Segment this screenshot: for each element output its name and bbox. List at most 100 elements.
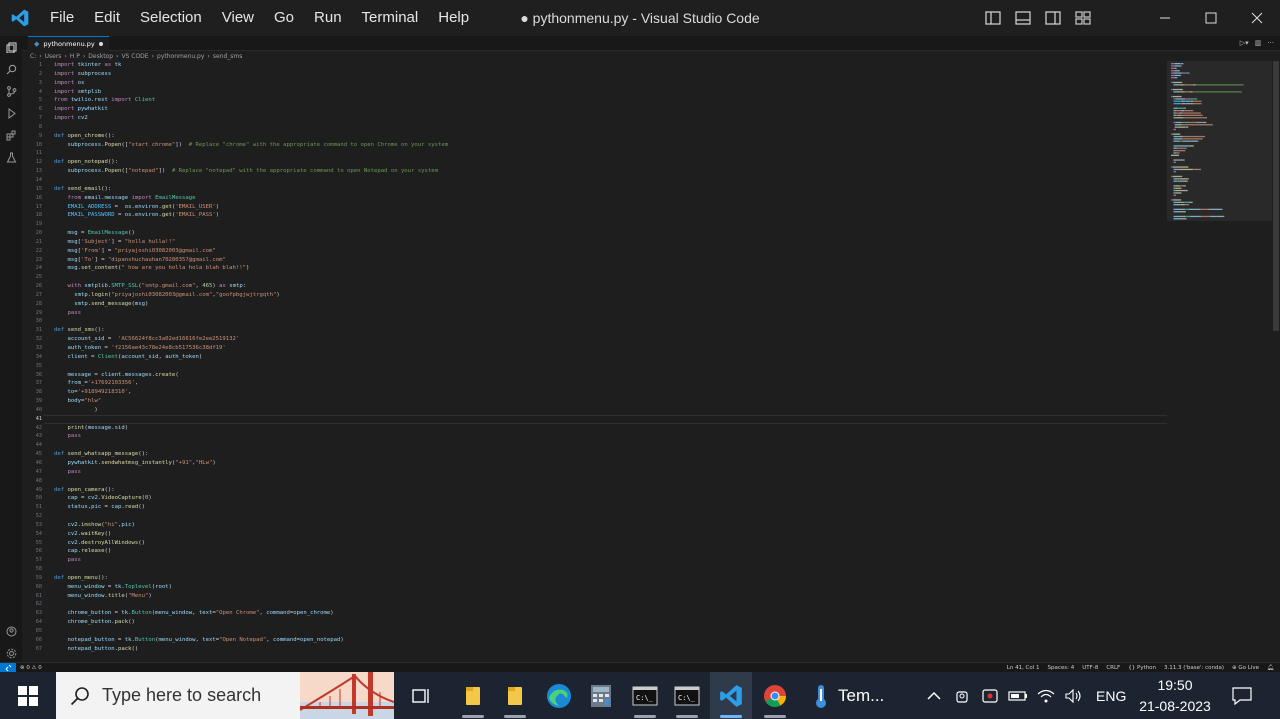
breadcrumb-item[interactable]: pythonmenu.py (157, 53, 204, 60)
toggle-primary-sidebar-icon[interactable] (978, 0, 1008, 36)
code-line[interactable]: def open_chrome(): (54, 132, 1164, 141)
status-item[interactable]: 3.11.3 ('base': conda) (1164, 665, 1224, 671)
code-line[interactable]: chrome_button = tk.Button(menu_window, t… (54, 609, 1164, 618)
toggle-secondary-sidebar-icon[interactable] (1038, 0, 1068, 36)
code-line[interactable] (54, 176, 1164, 185)
calculator-icon[interactable] (580, 672, 622, 719)
code-line[interactable]: menu_window = tk.Toplevel(root) (54, 583, 1164, 592)
vscode-taskbar-icon[interactable] (710, 672, 752, 719)
taskbar-search-box[interactable]: Type here to search (56, 672, 394, 719)
code-line[interactable]: auth_token = 'f2156ae43c78e24e8cb517536c… (54, 344, 1164, 353)
minimap[interactable] (1167, 61, 1272, 662)
code-line[interactable]: subprocess.Popen(["notepad"]) # Replace … (54, 167, 1164, 176)
extensions-icon[interactable] (0, 124, 22, 146)
code-line[interactable]: cv2.waitKey() (54, 530, 1164, 539)
code-line[interactable]: pass (54, 432, 1164, 441)
code-line[interactable] (54, 565, 1164, 574)
scroll-thumb[interactable] (1273, 61, 1279, 331)
code-line[interactable]: import smtplib (54, 88, 1164, 97)
code-line[interactable] (54, 477, 1164, 486)
status-item[interactable]: Ln 41, Col 1 (1007, 665, 1040, 671)
breadcrumb-item[interactable]: Users (45, 53, 62, 60)
code-line[interactable]: ) (54, 406, 1164, 415)
chrome-browser-icon[interactable] (754, 672, 796, 719)
code-line[interactable] (54, 512, 1164, 521)
edge-browser-icon[interactable] (538, 672, 580, 719)
code-line[interactable]: menu_window.title("Menu") (54, 592, 1164, 601)
command-prompt-icon[interactable]: C:\_ (624, 672, 666, 719)
code-line[interactable]: with smtplib.SMTP_SSL("smtp.gmail.com", … (54, 282, 1164, 291)
code-line[interactable]: notepad_button.pack() (54, 645, 1164, 654)
account-icon[interactable] (0, 620, 22, 642)
status-item[interactable]: UTF-8 (1082, 665, 1098, 671)
menu-run[interactable]: Run (304, 0, 352, 36)
code-line[interactable]: client = Client(account_sid, auth_token) (54, 353, 1164, 362)
file-explorer-2-icon[interactable] (494, 672, 536, 719)
code-line[interactable]: account_sid = 'AC56624f8cc3a02ed16616fe2… (54, 335, 1164, 344)
code-line[interactable]: def open_notepad(): (54, 158, 1164, 167)
wifi-icon[interactable] (1032, 672, 1060, 719)
command-prompt-2-icon[interactable]: C:\_ (666, 672, 708, 719)
menu-file[interactable]: File (40, 0, 84, 36)
code-lines[interactable]: import tkinter as tk import subprocess imp… (54, 61, 1164, 654)
code-line[interactable]: chrome_button.pack() (54, 618, 1164, 627)
code-line[interactable]: EMAIL_PASSWORD = os.environ.get('EMAIL_P… (54, 211, 1164, 220)
code-line[interactable]: subprocess.Popen(["start chrome"]) # Rep… (54, 141, 1164, 150)
code-line[interactable]: cap.release() (54, 547, 1164, 556)
source-control-icon[interactable] (0, 80, 22, 102)
breadcrumb-item[interactable]: send_sms (213, 53, 243, 60)
menu-view[interactable]: View (212, 0, 264, 36)
menu-edit[interactable]: Edit (84, 0, 130, 36)
code-line[interactable]: from_='+17692103356', (54, 379, 1164, 388)
run-debug-icon[interactable] (0, 102, 22, 124)
code-line[interactable]: def send_whatsapp_message(): (54, 450, 1164, 459)
code-line[interactable] (54, 415, 1164, 424)
code-line[interactable]: pass (54, 468, 1164, 477)
minimize-icon[interactable] (1142, 0, 1188, 36)
code-line[interactable] (54, 317, 1164, 326)
code-line[interactable]: def open_camera(): (54, 486, 1164, 495)
code-line[interactable]: smtp.login("priyajoshi03082003@gmail.com… (54, 291, 1164, 300)
menu-selection[interactable]: Selection (130, 0, 212, 36)
task-view-icon[interactable] (400, 672, 442, 719)
weather-widget[interactable]: Tem... (812, 672, 884, 719)
vertical-scrollbar[interactable] (1272, 61, 1280, 662)
code-line[interactable]: msg['Subject'] = "holla hulla!!" (54, 238, 1164, 247)
breadcrumb-item[interactable]: Desktop (88, 53, 113, 60)
code-line[interactable] (54, 149, 1164, 158)
customize-layout-icon[interactable] (1068, 0, 1098, 36)
code-line[interactable]: from twilio.rest import Client (54, 96, 1164, 105)
gear-icon[interactable] (0, 642, 22, 664)
status-item[interactable]: {} Python (1128, 665, 1156, 671)
breadcrumb-item[interactable]: H P (70, 53, 80, 60)
notifications-bell-icon[interactable]: 🔔︎ (1267, 665, 1274, 671)
status-item[interactable]: ⊕ Go Live (1232, 665, 1259, 671)
breadcrumb-item[interactable]: C: (30, 53, 36, 60)
status-item[interactable]: Spaces: 4 (1048, 665, 1075, 671)
search-icon[interactable] (0, 58, 22, 80)
code-line[interactable]: notepad_button = tk.Button(menu_window, … (54, 636, 1164, 645)
code-line[interactable]: cap = cv2.VideoCapture(0) (54, 494, 1164, 503)
language-indicator[interactable]: ENG (1088, 688, 1134, 704)
code-line[interactable]: msg['To'] = "dipanshuchauhan70280357@gma… (54, 256, 1164, 265)
tab-pythonmenu[interactable]: ◆ pythonmenu.py (28, 36, 109, 51)
menu-help[interactable]: Help (428, 0, 479, 36)
code-line[interactable] (54, 441, 1164, 450)
code-line[interactable] (54, 123, 1164, 132)
volume-icon[interactable] (1060, 672, 1088, 719)
code-line[interactable]: pywhatkit.sendwhatmsg_instantly("+91","H… (54, 459, 1164, 468)
code-line[interactable]: cv2.imshow("hi",pic) (54, 521, 1164, 530)
code-line[interactable]: msg.set_content(" how are you holla hola… (54, 264, 1164, 273)
clock[interactable]: 19:50 21-08-2023 (1130, 672, 1220, 719)
code-line[interactable]: message = client.messages.create( (54, 371, 1164, 380)
maximize-icon[interactable] (1188, 0, 1234, 36)
code-line[interactable]: from email.message import EmailMessage (54, 194, 1164, 203)
notification-icon[interactable] (1222, 672, 1262, 719)
code-line[interactable]: def open_menu(): (54, 574, 1164, 583)
status-item[interactable]: CRLF (1106, 665, 1120, 671)
split-editor-icon[interactable]: ▥ (1255, 39, 1262, 47)
code-line[interactable]: import os (54, 79, 1164, 88)
app-tray-icon[interactable] (976, 672, 1004, 719)
more-actions-icon[interactable]: ··· (1267, 39, 1274, 47)
code-line[interactable]: import cv2 (54, 114, 1164, 123)
